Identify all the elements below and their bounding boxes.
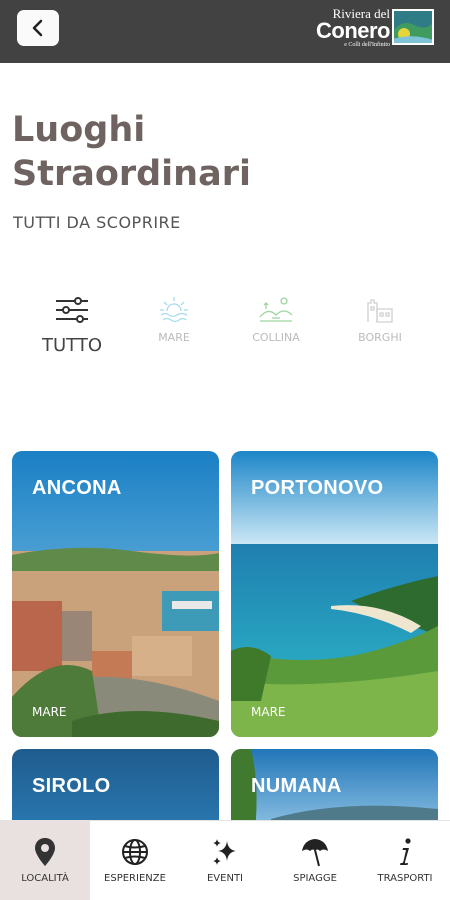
sparkles-icon <box>213 839 236 865</box>
tab-eventi[interactable]: EVENTI <box>180 821 270 900</box>
filter-collina[interactable]: COLLINA <box>226 295 326 344</box>
top-bar: Riviera del Conero e Colli dell'Infinito <box>0 0 450 63</box>
tab-localita[interactable]: LOCALITÀ <box>0 821 90 900</box>
filter-label: TUTTO <box>41 335 102 356</box>
brand-emblem-icon <box>392 9 434 45</box>
tab-esperienze[interactable]: ESPERIENZE <box>90 821 180 900</box>
castle-icon <box>367 299 393 323</box>
brand-wordmark: Riviera del Conero e Colli dell'Infinito <box>316 7 391 49</box>
card-title: NUMANA <box>251 775 342 797</box>
bottom-tab-bar: LOCALITÀ ESPERIENZE EVENTI SPIAGGE TRASP… <box>0 820 450 900</box>
chevron-left-icon <box>32 19 43 37</box>
globe-icon <box>122 839 148 865</box>
tab-trasporti[interactable]: TRASPORTI <box>360 821 450 900</box>
filter-tutto[interactable]: TUTTO <box>22 295 122 356</box>
hills-icon <box>259 297 293 322</box>
sliders-icon <box>56 297 88 323</box>
location-card-ancona[interactable]: ANCONA MARE <box>12 451 219 737</box>
page-subtitle: TUTTI DA SCOPRIRE <box>13 213 181 232</box>
title-line1: Luoghi <box>12 110 146 150</box>
tab-label: SPIAGGE <box>293 873 337 884</box>
category-filters: TUTTO MARE COLLINA BORGHI <box>0 295 450 365</box>
card-title: PORTONOVO <box>251 477 384 499</box>
page-title: Luoghi Straordinari <box>12 108 251 196</box>
brand-line2: Conero <box>316 18 391 43</box>
filter-label: MARE <box>158 331 190 344</box>
tab-label: LOCALITÀ <box>21 873 69 884</box>
umbrella-icon <box>302 839 328 867</box>
card-title: SIROLO <box>32 775 111 797</box>
card-title: ANCONA <box>32 477 122 499</box>
brand-logo[interactable]: Riviera del Conero e Colli dell'Infinito <box>316 7 436 51</box>
tab-label: TRASPORTI <box>377 873 433 884</box>
title-line2: Straordinari <box>12 154 251 194</box>
card-tag: MARE <box>32 705 67 719</box>
tab-label: ESPERIENZE <box>104 873 166 884</box>
back-button[interactable] <box>17 10 59 46</box>
tab-label: EVENTI <box>206 873 243 884</box>
tab-spiagge[interactable]: SPIAGGE <box>270 821 360 900</box>
filter-label: COLLINA <box>252 331 300 344</box>
map-pin-icon <box>35 838 55 866</box>
card-tag: MARE <box>251 705 286 719</box>
filter-borghi[interactable]: BORGHI <box>330 295 430 344</box>
filter-label: BORGHI <box>358 331 402 344</box>
filter-mare[interactable]: MARE <box>124 295 224 344</box>
info-icon <box>400 838 411 865</box>
sun-sea-icon <box>160 297 188 323</box>
location-card-portonovo[interactable]: PORTONOVO MARE <box>231 451 438 737</box>
